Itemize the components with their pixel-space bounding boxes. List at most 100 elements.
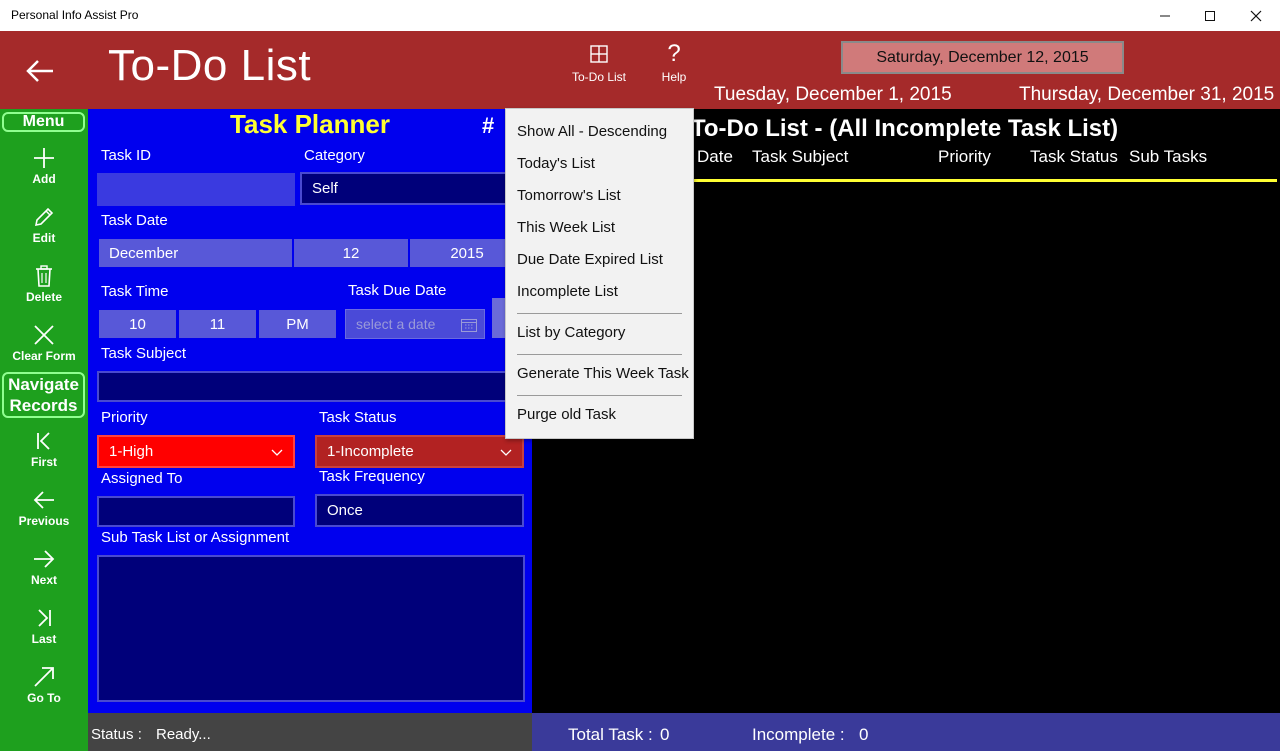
help-icon: ? xyxy=(667,40,681,67)
delete-label: Delete xyxy=(25,290,63,304)
menu-label[interactable]: Menu xyxy=(2,112,85,132)
menu-item-incomplete-list[interactable]: Incomplete List xyxy=(506,278,693,306)
menu-separator xyxy=(517,395,682,396)
task-planner-panel: Task Planner # Task ID Category Self Tas… xyxy=(88,109,532,713)
clear-form-button[interactable]: Clear Form xyxy=(0,323,88,379)
first-button[interactable]: First xyxy=(0,429,88,485)
menu-item-this-week-list[interactable]: This Week List xyxy=(506,214,693,242)
menu-item-show-all-descending[interactable]: Show All - Descending xyxy=(506,118,693,146)
priority-select[interactable]: 1-High xyxy=(97,435,295,468)
task-frequency-select[interactable]: Once xyxy=(315,494,524,527)
plus-icon xyxy=(34,148,54,168)
menu-separator xyxy=(517,313,682,314)
column-header-date[interactable]: Date xyxy=(697,147,733,167)
close-icon xyxy=(1250,10,1262,21)
total-task-label: Total Task : xyxy=(568,725,653,744)
planner-title: Task Planner xyxy=(230,109,390,139)
status-bar: Status : Ready... xyxy=(88,713,532,751)
due-date-placeholder: select a date xyxy=(356,316,436,332)
menu-item-generate-this-week-task[interactable]: Generate This Week Task xyxy=(506,360,693,388)
go-to-label: Go To xyxy=(27,691,61,705)
minimize-icon xyxy=(1160,15,1170,16)
chevron-down-icon xyxy=(271,449,283,456)
add-label: Add xyxy=(32,172,56,186)
assigned-to-field[interactable] xyxy=(97,496,295,527)
column-header-task-status[interactable]: Task Status xyxy=(1030,147,1118,167)
minimize-button[interactable] xyxy=(1142,0,1188,31)
list-filter-menu: Show All - Descending Today's List Tomor… xyxy=(505,108,694,439)
edit-button[interactable]: Edit xyxy=(0,205,88,261)
priority-value: 1-High xyxy=(109,443,154,460)
due-date-label: Task Due Date xyxy=(348,282,447,299)
pencil-icon xyxy=(34,207,54,227)
last-label: Last xyxy=(31,632,57,646)
menu-item-tomorrows-list[interactable]: Tomorrow's List xyxy=(506,182,693,210)
last-button[interactable]: Last xyxy=(0,606,88,662)
help-button[interactable]: ? Help xyxy=(652,40,696,85)
subtask-textarea[interactable] xyxy=(97,555,525,702)
totals-bar: Total Task : 0 Incomplete : 0 xyxy=(532,713,1280,751)
task-time-ampm[interactable]: PM xyxy=(259,310,336,338)
priority-label: Priority xyxy=(101,409,148,426)
next-label: Next xyxy=(30,573,57,587)
incomplete-count: 0 xyxy=(859,725,869,744)
back-button[interactable] xyxy=(22,53,58,89)
page-title: To-Do List xyxy=(108,41,312,90)
task-status-label: Task Status xyxy=(319,409,397,426)
close-button[interactable] xyxy=(1233,0,1279,31)
navigate-records-label: Navigate Records xyxy=(2,372,85,418)
clear-form-label: Clear Form xyxy=(12,349,76,363)
task-time-minute[interactable]: 11 xyxy=(179,310,256,338)
go-to-button[interactable]: Go To xyxy=(0,665,88,721)
column-header-task-subject[interactable]: Task Subject xyxy=(752,147,848,167)
first-label: First xyxy=(30,455,57,469)
task-date-day[interactable]: 12 xyxy=(294,239,408,267)
sidebar: Menu Add Edit Delete Clear Form Navigate… xyxy=(0,109,88,751)
current-date-display[interactable]: Saturday, December 12, 2015 xyxy=(841,41,1124,74)
add-button[interactable]: Add xyxy=(0,146,88,202)
status-label: Status : xyxy=(91,726,142,743)
total-task-count: 0 xyxy=(660,725,670,744)
task-id-field[interactable] xyxy=(97,173,295,206)
task-id-label: Task ID xyxy=(101,147,152,164)
status-value: Ready... xyxy=(156,726,211,743)
due-date-picker[interactable]: select a date xyxy=(345,309,485,339)
arrow-left-icon xyxy=(33,491,54,509)
arrow-right-icon xyxy=(34,550,55,568)
category-label: Category xyxy=(304,147,365,164)
grid-icon xyxy=(590,45,608,63)
task-subject-field[interactable] xyxy=(97,371,520,402)
menu-item-list-by-category[interactable]: List by Category xyxy=(506,319,693,347)
maximize-icon xyxy=(1205,10,1215,21)
calendar-icon xyxy=(461,319,477,332)
menu-item-purge-old-task[interactable]: Purge old Task xyxy=(506,401,693,429)
window-titlebar: Personal Info Assist Pro xyxy=(0,0,1280,31)
task-status-select[interactable]: 1-Incomplete xyxy=(315,435,524,468)
column-header-sub-tasks[interactable]: Sub Tasks xyxy=(1129,147,1207,167)
delete-button[interactable]: Delete xyxy=(0,264,88,320)
edit-label: Edit xyxy=(32,231,56,245)
help-button-label: Help xyxy=(661,70,687,84)
app-title: Personal Info Assist Pro xyxy=(11,8,139,22)
first-record-icon xyxy=(37,432,50,450)
next-button[interactable]: Next xyxy=(0,547,88,603)
chevron-down-icon xyxy=(500,449,512,456)
menu-item-due-date-expired-list[interactable]: Due Date Expired List xyxy=(506,246,693,274)
task-time-label: Task Time xyxy=(101,283,169,300)
previous-label: Previous xyxy=(18,514,70,528)
range-start-date: Tuesday, December 1, 2015 xyxy=(714,84,952,105)
todo-list-button[interactable]: To-Do List xyxy=(566,41,632,84)
column-header-priority[interactable]: Priority xyxy=(938,147,991,167)
category-select[interactable]: Self xyxy=(300,172,520,205)
task-date-month[interactable]: December xyxy=(99,239,292,267)
maximize-button[interactable] xyxy=(1187,0,1233,31)
x-icon xyxy=(34,325,54,345)
todo-list-button-label: To-Do List xyxy=(571,70,627,84)
task-date-label: Task Date xyxy=(101,212,168,229)
task-status-value: 1-Incomplete xyxy=(327,443,414,460)
task-time-hour[interactable]: 10 xyxy=(99,310,176,338)
previous-button[interactable]: Previous xyxy=(0,488,88,544)
menu-item-todays-list[interactable]: Today's List xyxy=(506,150,693,178)
last-record-icon xyxy=(38,609,51,627)
arrow-up-right-icon xyxy=(34,667,54,687)
